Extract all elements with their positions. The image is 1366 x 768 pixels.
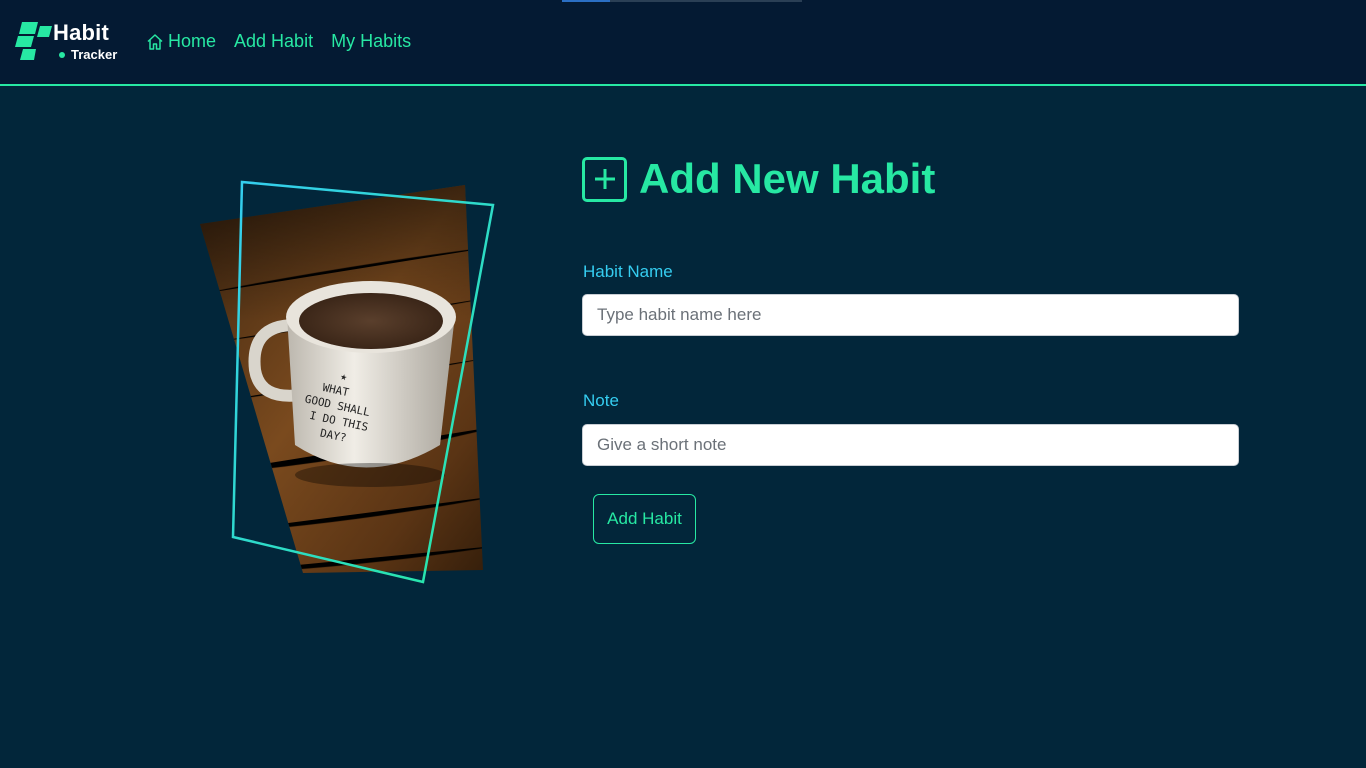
brand-dot (59, 52, 65, 58)
page-load-progress-fill (562, 0, 610, 2)
brand-title: Habit (53, 20, 109, 45)
brand-subtitle: Tracker (71, 47, 118, 62)
nav-my-habits-label: My Habits (331, 31, 412, 51)
add-habit-button[interactable]: Add Habit (593, 494, 696, 544)
home-icon (147, 33, 163, 50)
page-load-progress (562, 0, 802, 2)
brand-logo-link[interactable]: Habit Tracker (14, 18, 124, 64)
note-input[interactable] (582, 424, 1239, 466)
nav-home-label: Home (168, 31, 217, 51)
page-title: Add New Habit (639, 155, 936, 202)
nav-add-habit[interactable]: Add Habit (234, 31, 313, 52)
nav-home[interactable]: Home (146, 31, 216, 52)
nav-add-habit-label: Add Habit (234, 31, 314, 51)
habit-name-input[interactable] (582, 294, 1239, 336)
nav-my-habits[interactable]: My Habits (331, 31, 411, 52)
plus-square-icon (582, 156, 627, 202)
hero-image: ★ WHAT GOOD SHALL I DO THIS DAY? (195, 175, 505, 595)
main-nav: Home Add Habit My Habits (146, 31, 429, 52)
coffee-mug-photo: ★ WHAT GOOD SHALL I DO THIS DAY? (200, 180, 495, 584)
note-label: Note (583, 391, 619, 410)
form-title: Add New Habit (582, 156, 935, 202)
navbar: Habit Tracker Home Add Habit My Habits (0, 0, 1366, 86)
habit-name-label: Habit Name (583, 262, 673, 281)
habit-tracker-logo-icon (15, 22, 52, 60)
